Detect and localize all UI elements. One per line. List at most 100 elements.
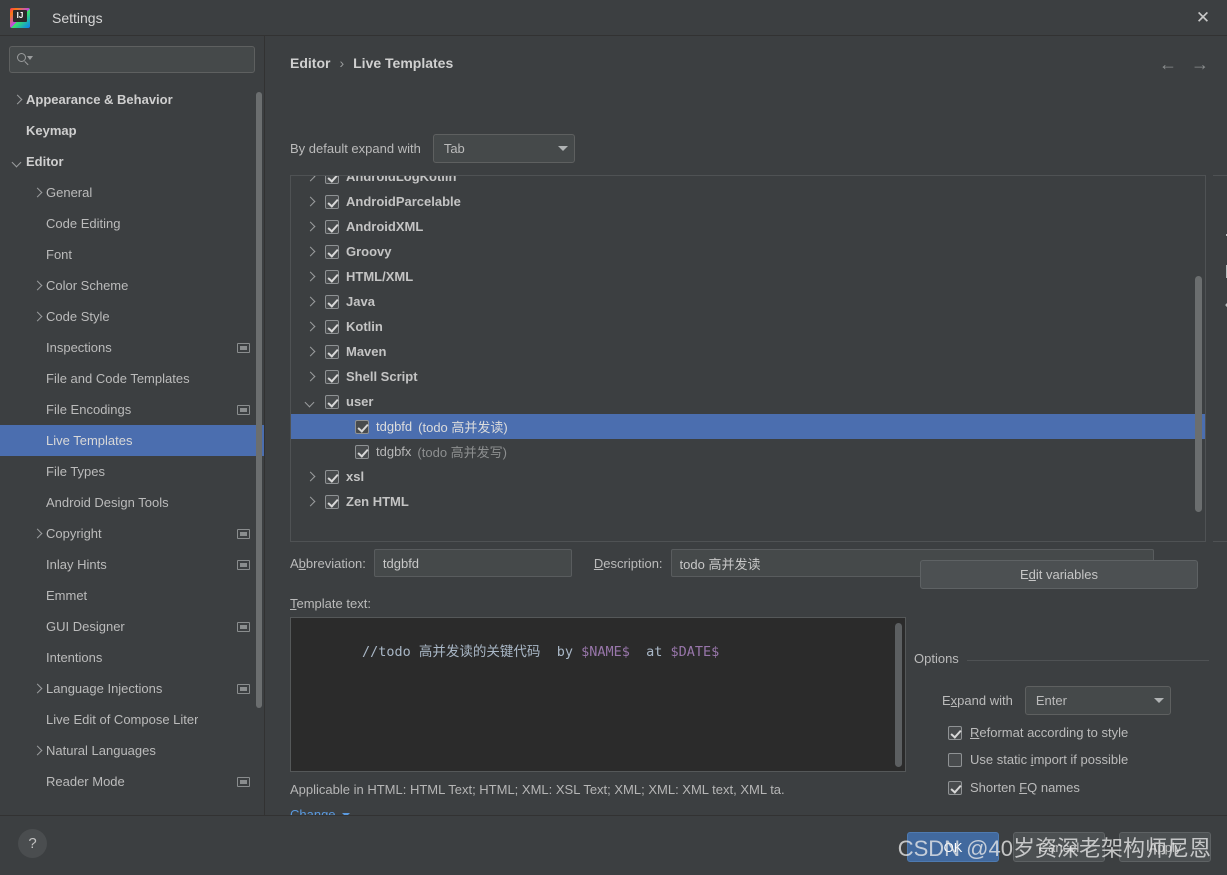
template-tree-row[interactable]: Shell Script: [291, 364, 1205, 389]
arrow-right-icon[interactable]: →: [1191, 54, 1209, 75]
duplicate-template-button[interactable]: [1218, 256, 1227, 284]
chevron-right-icon[interactable]: [303, 176, 317, 184]
sidebar-item-gui-designer[interactable]: GUI Designer: [0, 611, 264, 642]
chevron-right-icon[interactable]: [30, 279, 44, 293]
template-text-editor[interactable]: //todo 高并发读的关键代码 by $NAME$ at $DATE$: [290, 617, 906, 772]
default-expand-dropdown[interactable]: Tab: [432, 134, 575, 163]
static-import-checkbox[interactable]: Use static import if possible: [948, 752, 1128, 767]
sidebar-item-general[interactable]: General: [0, 177, 264, 208]
chevron-right-icon[interactable]: [30, 527, 44, 541]
checkbox-icon[interactable]: [325, 176, 339, 184]
chevron-right-icon[interactable]: [30, 744, 44, 758]
sidebar-item-appearance-behavior[interactable]: Appearance & Behavior: [0, 84, 264, 115]
template-tree-row[interactable]: tdgbfx (todo 高并发写): [291, 439, 1205, 464]
checkbox-icon[interactable]: [325, 344, 339, 359]
cancel-button[interactable]: Cancel: [1013, 832, 1105, 862]
chevron-right-icon[interactable]: [303, 470, 317, 484]
chevron-right-icon[interactable]: [30, 682, 44, 696]
checkbox-icon[interactable]: [325, 269, 339, 284]
checkbox-icon[interactable]: [325, 469, 339, 484]
checkbox-icon[interactable]: [325, 194, 339, 209]
checkbox-icon[interactable]: [355, 419, 369, 434]
template-tree-row[interactable]: Java: [291, 289, 1205, 314]
sidebar-item-natural-languages[interactable]: Natural Languages: [0, 735, 264, 766]
chevron-down-icon[interactable]: [303, 395, 317, 409]
abbreviation-input[interactable]: [373, 549, 572, 577]
sidebar-item-emmet[interactable]: Emmet: [0, 580, 264, 611]
sidebar-item-label: Natural Languages: [46, 743, 156, 758]
chevron-right-icon[interactable]: [303, 220, 317, 234]
template-tree-row[interactable]: xsl: [291, 464, 1205, 489]
sidebar-item-live-templates[interactable]: Live Templates: [0, 425, 264, 456]
template-tree-row[interactable]: Zen HTML: [291, 489, 1205, 514]
chevron-down-icon[interactable]: [10, 155, 24, 169]
sidebar-item-editor[interactable]: Editor: [0, 146, 264, 177]
question-mark-icon[interactable]: ?: [18, 829, 47, 858]
template-tree-row[interactable]: tdgbfd (todo 高并发读): [291, 414, 1205, 439]
checkbox-icon[interactable]: [325, 319, 339, 334]
close-icon[interactable]: ✕: [1179, 0, 1227, 36]
template-tree-row[interactable]: user: [291, 389, 1205, 414]
sidebar-item-color-scheme[interactable]: Color Scheme: [0, 270, 264, 301]
chevron-right-icon[interactable]: [30, 186, 44, 200]
add-template-button[interactable]: [1218, 186, 1227, 214]
expand-with-dropdown[interactable]: Enter: [1024, 686, 1171, 715]
breadcrumb-parent[interactable]: Editor: [290, 55, 330, 71]
chevron-right-icon[interactable]: [303, 245, 317, 259]
sidebar-item-copyright[interactable]: Copyright: [0, 518, 264, 549]
edit-variables-button[interactable]: Edit variables: [920, 560, 1198, 589]
apply-button[interactable]: Apply: [1119, 832, 1211, 862]
sidebar-item-intentions[interactable]: Intentions: [0, 642, 264, 673]
template-tree-row[interactable]: Kotlin: [291, 314, 1205, 339]
checkbox-icon[interactable]: [325, 219, 339, 234]
title-bar: Settings ✕: [0, 0, 1227, 36]
sidebar-item-file-and-code-templates[interactable]: File and Code Templates: [0, 363, 264, 394]
search-input[interactable]: [35, 52, 248, 67]
sidebar-item-code-editing[interactable]: Code Editing: [0, 208, 264, 239]
sidebar-item-file-types[interactable]: File Types: [0, 456, 264, 487]
chevron-right-icon[interactable]: [303, 345, 317, 359]
sidebar-item-font[interactable]: Font: [0, 239, 264, 270]
sidebar-item-file-encodings[interactable]: File Encodings: [0, 394, 264, 425]
template-tree-row[interactable]: AndroidParcelable: [291, 189, 1205, 214]
chevron-right-icon[interactable]: [30, 310, 44, 324]
chevron-right-icon[interactable]: [303, 295, 317, 309]
reformat-checkbox[interactable]: Reformat according to style: [948, 725, 1128, 740]
remove-template-button[interactable]: [1218, 221, 1227, 249]
template-tree-row[interactable]: AndroidLogKotlin: [291, 176, 1205, 189]
template-list-scrollbar[interactable]: [1195, 276, 1202, 512]
live-templates-list[interactable]: AndroidLogKotlin AndroidParcelable Android…: [290, 175, 1206, 542]
shorten-fq-names-checkbox[interactable]: Shorten FQ names: [948, 780, 1080, 795]
settings-category-tree[interactable]: Appearance & Behavior Keymap Editor General…: [0, 84, 264, 815]
template-tree-row[interactable]: Groovy: [291, 239, 1205, 264]
template-tree-row[interactable]: AndroidXML: [291, 214, 1205, 239]
chevron-right-icon[interactable]: [303, 270, 317, 284]
sidebar-item-reader-mode[interactable]: Reader Mode: [0, 766, 264, 797]
chevron-right-icon[interactable]: [303, 320, 317, 334]
reset-template-button[interactable]: ↩: [1218, 291, 1227, 319]
sidebar-item-inlay-hints[interactable]: Inlay Hints: [0, 549, 264, 580]
sidebar-item-inspections[interactable]: Inspections: [0, 332, 264, 363]
chevron-right-icon[interactable]: [303, 370, 317, 384]
checkbox-icon[interactable]: [325, 494, 339, 509]
chevron-right-icon[interactable]: [303, 195, 317, 209]
checkbox-icon[interactable]: [325, 369, 339, 384]
arrow-left-icon[interactable]: ←: [1159, 54, 1177, 75]
ok-button[interactable]: OK: [907, 832, 999, 862]
template-text-scrollbar[interactable]: [895, 623, 902, 767]
sidebar-item-keymap[interactable]: Keymap: [0, 115, 264, 146]
template-tree-row[interactable]: Maven: [291, 339, 1205, 364]
sidebar-item-live-edit-of-compose-liter[interactable]: Live Edit of Compose Liter: [0, 704, 264, 735]
sidebar-item-android-design-tools[interactable]: Android Design Tools: [0, 487, 264, 518]
sidebar-scrollbar[interactable]: [256, 92, 262, 708]
checkbox-icon[interactable]: [355, 444, 369, 459]
search-box[interactable]: [9, 46, 255, 73]
sidebar-item-language-injections[interactable]: Language Injections: [0, 673, 264, 704]
sidebar-item-code-style[interactable]: Code Style: [0, 301, 264, 332]
chevron-right-icon[interactable]: [10, 93, 24, 107]
template-tree-row[interactable]: HTML/XML: [291, 264, 1205, 289]
checkbox-icon[interactable]: [325, 244, 339, 259]
chevron-right-icon[interactable]: [303, 495, 317, 509]
checkbox-icon[interactable]: [325, 294, 339, 309]
checkbox-icon[interactable]: [325, 394, 339, 409]
